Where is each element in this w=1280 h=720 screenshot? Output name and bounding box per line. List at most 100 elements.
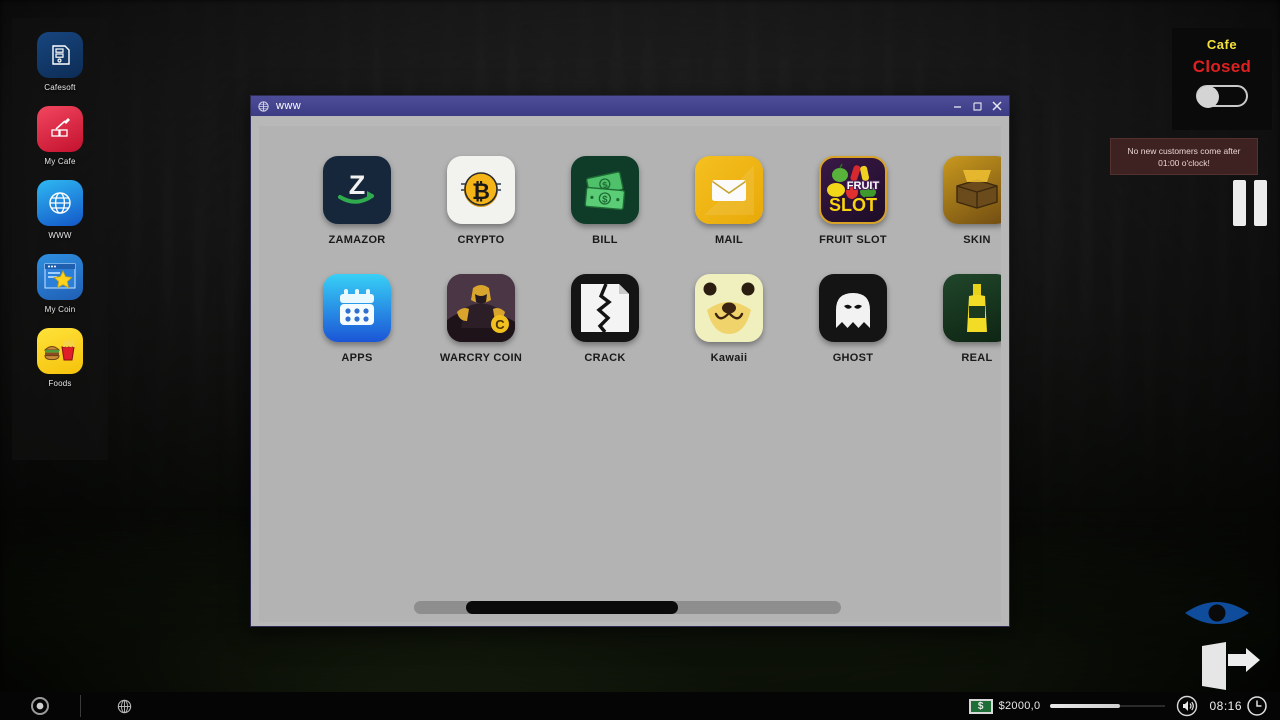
bear-face-icon bbox=[695, 274, 763, 342]
desktop-icon-cafesoft[interactable]: Cafesoft bbox=[18, 32, 102, 92]
warcry-figure-icon: C bbox=[447, 274, 515, 342]
window-titlebar[interactable]: www bbox=[251, 96, 1009, 116]
app-label: FRUIT SLOT bbox=[819, 234, 887, 246]
fruit-slot-icon: FRUIT SLOT bbox=[819, 156, 887, 224]
money-icon: $ bbox=[969, 699, 993, 714]
scrollbar-thumb[interactable] bbox=[466, 601, 678, 614]
app-tile-fruit-slot[interactable]: FRUIT SLOT FRUIT SLOT bbox=[791, 156, 915, 274]
toggle-knob bbox=[1197, 86, 1219, 108]
window-title: www bbox=[276, 100, 947, 112]
eye-toggle-button[interactable] bbox=[1182, 592, 1252, 634]
cafe-open-toggle[interactable] bbox=[1196, 85, 1248, 107]
cafe-title: Cafe bbox=[1207, 37, 1237, 52]
desktop-icon-column: Cafesoft My Cafe WWW bbox=[12, 18, 108, 460]
globe-icon bbox=[116, 698, 133, 715]
globe-icon bbox=[257, 100, 270, 113]
ghost-icon bbox=[819, 274, 887, 342]
volume-slider[interactable] bbox=[1050, 699, 1165, 713]
cafe-tooltip: No new customers come after 01:00 o'cloc… bbox=[1110, 138, 1258, 175]
app-label: GHOST bbox=[833, 352, 874, 364]
desktop-icon-my-coin[interactable]: My Coin bbox=[18, 254, 102, 314]
pause-bar-left bbox=[1233, 180, 1246, 226]
speaker-icon[interactable] bbox=[1175, 694, 1199, 718]
app-tile-kawaii[interactable]: Kawaii bbox=[667, 274, 791, 392]
real-bottle-icon bbox=[943, 274, 1001, 342]
tooltip-line-1: No new customers come after bbox=[1128, 146, 1241, 156]
money-value: $2000,0 bbox=[999, 700, 1041, 712]
star-window-icon bbox=[37, 254, 83, 300]
desktop-icon-label: Foods bbox=[48, 379, 71, 388]
envelope-icon bbox=[695, 156, 763, 224]
pause-button[interactable] bbox=[1233, 180, 1267, 226]
exit-button[interactable] bbox=[1198, 640, 1264, 698]
money-indicator: $ $2000,0 bbox=[969, 699, 1041, 714]
svg-text:FRUIT: FRUIT bbox=[847, 180, 880, 192]
taskbar: $ $2000,0 08:16 bbox=[0, 692, 1280, 720]
burger-fries-icon bbox=[37, 328, 83, 374]
app-label: CRYPTO bbox=[457, 234, 504, 246]
maximize-icon[interactable] bbox=[967, 97, 987, 115]
desktop-icon-label: Cafesoft bbox=[44, 83, 75, 92]
app-store-canvas: Z ZAMAZOR bbox=[259, 122, 1001, 622]
app-label: CRACK bbox=[584, 352, 625, 364]
volume-track bbox=[1120, 705, 1165, 707]
desktop-icon-foods[interactable]: Foods bbox=[18, 328, 102, 388]
app-tile-real[interactable]: REAL bbox=[915, 274, 1001, 392]
game-screen: Cafesoft My Cafe WWW bbox=[0, 0, 1280, 720]
paintbrush-icon bbox=[37, 106, 83, 152]
bitcoin-icon: ₿ bbox=[447, 156, 515, 224]
desktop-icon-my-cafe[interactable]: My Cafe bbox=[18, 106, 102, 166]
desktop-icon-label: My Coin bbox=[45, 305, 76, 314]
tooltip-line-2: 01:00 o'clock! bbox=[1158, 158, 1210, 168]
exit-door-icon bbox=[1198, 640, 1264, 698]
app-label: ZAMAZOR bbox=[328, 234, 385, 246]
svg-text:C: C bbox=[495, 317, 505, 332]
taskbar-items bbox=[81, 693, 969, 719]
app-label: BILL bbox=[592, 234, 618, 246]
cafe-status-panel: Cafe Closed bbox=[1172, 28, 1272, 130]
pause-bar-right bbox=[1254, 180, 1267, 226]
start-button[interactable] bbox=[0, 692, 80, 720]
clock-text: 08:16 bbox=[1209, 699, 1242, 713]
start-orb-icon bbox=[30, 696, 50, 716]
server-icon bbox=[37, 32, 83, 78]
app-tile-zamazor[interactable]: Z ZAMAZOR bbox=[295, 156, 419, 274]
minimize-icon[interactable] bbox=[947, 97, 967, 115]
app-tile-apps[interactable]: APPS bbox=[295, 274, 419, 392]
app-tile-crack[interactable]: CRACK bbox=[543, 274, 667, 392]
app-tile-warcry-coin[interactable]: C WARCRY COIN bbox=[419, 274, 543, 392]
app-label: MAIL bbox=[715, 234, 743, 246]
app-label: Kawaii bbox=[711, 352, 748, 364]
desktop-icon-label: WWW bbox=[48, 231, 71, 240]
apps-calendar-icon bbox=[323, 274, 391, 342]
browser-window: www bbox=[250, 95, 1010, 627]
app-tile-ghost[interactable]: GHOST bbox=[791, 274, 915, 392]
skin-crate-icon bbox=[943, 156, 1001, 224]
svg-text:Z: Z bbox=[349, 170, 366, 200]
app-tile-bill[interactable]: $ $ BILL bbox=[543, 156, 667, 274]
app-label: WARCRY COIN bbox=[440, 352, 522, 364]
cracked-page-icon bbox=[571, 274, 639, 342]
app-grid: Z ZAMAZOR bbox=[295, 156, 1001, 392]
cafe-status-text: Closed bbox=[1193, 57, 1251, 77]
app-tile-crypto[interactable]: ₿ CRYPTO bbox=[419, 156, 543, 274]
app-tile-skin[interactable]: SKIN bbox=[915, 156, 1001, 274]
eye-icon bbox=[1182, 592, 1252, 634]
app-tile-mail[interactable]: MAIL bbox=[667, 156, 791, 274]
globe-icon bbox=[37, 180, 83, 226]
close-icon[interactable] bbox=[987, 97, 1007, 115]
app-label: REAL bbox=[961, 352, 992, 364]
app-label: SKIN bbox=[963, 234, 990, 246]
banknotes-icon: $ $ bbox=[571, 156, 639, 224]
svg-text:₿: ₿ bbox=[472, 179, 490, 204]
clock-icon bbox=[1246, 695, 1268, 717]
zamazor-icon: Z bbox=[323, 156, 391, 224]
desktop-icon-label: My Cafe bbox=[44, 157, 75, 166]
desktop-icon-www[interactable]: WWW bbox=[18, 180, 102, 240]
window-body: Z ZAMAZOR bbox=[251, 116, 1009, 626]
horizontal-scrollbar[interactable] bbox=[414, 601, 841, 614]
app-label: APPS bbox=[341, 352, 372, 364]
svg-text:SLOT: SLOT bbox=[829, 195, 877, 215]
taskbar-item-www[interactable] bbox=[107, 693, 141, 719]
volume-fill bbox=[1050, 704, 1120, 708]
